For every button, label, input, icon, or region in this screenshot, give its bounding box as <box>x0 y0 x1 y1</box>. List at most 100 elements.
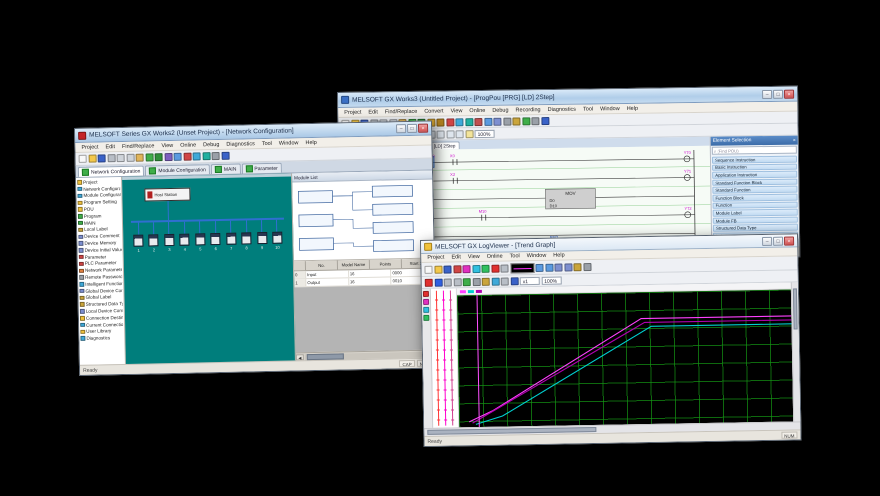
window-network-configuration[interactable]: MELSOFT Series GX Works2 (Unset Project)… <box>74 121 437 376</box>
help-icon[interactable] <box>541 117 549 125</box>
watch-icon[interactable] <box>493 117 501 125</box>
new-icon[interactable] <box>79 155 87 163</box>
station-node[interactable]: 7 <box>226 221 237 251</box>
menu-item[interactable]: Online <box>484 254 506 260</box>
menu-item[interactable]: View <box>448 108 466 114</box>
scrollbar-thumb[interactable] <box>307 353 344 360</box>
minimize-button[interactable]: – <box>762 89 772 98</box>
menu-item[interactable]: Edit <box>102 144 118 150</box>
maximize-button[interactable]: □ <box>773 236 783 245</box>
element-category[interactable]: Standard Function Block <box>712 178 797 186</box>
element-category[interactable]: Standard Function <box>712 186 797 194</box>
menu-item[interactable]: Project <box>424 255 447 261</box>
device-batch-monitor-icon[interactable] <box>484 117 492 125</box>
tree-item[interactable]: Diagnostics <box>80 334 123 342</box>
station-node[interactable]: 3 <box>164 222 175 252</box>
start-monitor-icon[interactable] <box>481 264 489 272</box>
undo-icon[interactable] <box>145 153 153 161</box>
host-station-box[interactable]: Host Station <box>144 188 190 202</box>
close-button[interactable]: × <box>784 236 794 245</box>
element-search-input[interactable]: ⌕ (Find POU) <box>712 146 797 155</box>
zoom-value-in-icon[interactable] <box>554 263 562 271</box>
program-check-icon[interactable] <box>522 117 530 125</box>
parameter-table[interactable]: No.Model NamePointsStart XY 0Input160000… <box>294 258 436 360</box>
device-list-icon[interactable] <box>512 117 520 125</box>
menu-item[interactable]: Debug <box>200 141 222 147</box>
block-boxes[interactable] <box>298 185 413 253</box>
copy-icon[interactable] <box>126 154 134 162</box>
minimize-button[interactable]: – <box>762 236 772 245</box>
cross-reference-icon[interactable] <box>503 117 511 125</box>
document-tab[interactable]: Parameter <box>241 163 282 174</box>
move-left-icon[interactable] <box>444 278 452 286</box>
minimize-button[interactable]: – <box>396 124 406 133</box>
inline-st-icon[interactable] <box>456 130 464 138</box>
wrap-source-icon[interactable] <box>437 130 445 138</box>
cut-icon[interactable] <box>117 154 125 162</box>
zoom-value-out-icon[interactable] <box>564 263 572 271</box>
menu-item[interactable]: Online <box>177 142 199 148</box>
menu-item[interactable]: Help <box>302 139 319 145</box>
vertical-scrollbar[interactable] <box>791 282 800 421</box>
zoom-time-out-icon[interactable] <box>545 263 553 271</box>
monitor-start-icon[interactable] <box>465 118 473 126</box>
station-node[interactable]: 5 <box>195 221 206 251</box>
read-from-plc-icon[interactable] <box>193 152 201 160</box>
zoom-select[interactable]: 100% <box>541 276 561 284</box>
redo-icon[interactable] <box>155 153 163 161</box>
move-right-icon[interactable] <box>453 278 461 286</box>
menu-item[interactable]: Tool <box>507 253 523 259</box>
block-diagram[interactable] <box>292 180 434 261</box>
column-header[interactable]: No. <box>306 261 338 271</box>
element-category[interactable]: Application Instruction <box>712 171 797 179</box>
menu-item[interactable]: Diagnostics <box>223 141 258 148</box>
maximize-button[interactable]: □ <box>407 124 417 133</box>
station-node[interactable]: 9 <box>256 220 267 250</box>
capture-icon[interactable] <box>482 277 490 285</box>
horizontal-scale-select[interactable]: x1 <box>520 276 540 284</box>
maximize-button[interactable]: □ <box>773 89 783 98</box>
save-icon[interactable] <box>443 265 451 273</box>
stop-monitor-icon[interactable] <box>491 264 499 272</box>
station-node[interactable]: 10 <box>272 220 283 250</box>
cyan-channel-icon[interactable] <box>423 307 429 313</box>
scale-axis-magenta[interactable] <box>442 291 447 426</box>
wrap-destination-icon[interactable] <box>446 130 454 138</box>
element-category[interactable]: Structured Data Type <box>713 224 798 232</box>
scale-optimize-icon[interactable] <box>463 278 471 286</box>
cursor-a-icon[interactable] <box>425 278 433 286</box>
menu-item[interactable]: Project <box>78 144 101 150</box>
menu-item[interactable]: Help <box>550 252 567 258</box>
document-tab[interactable]: Network Configuration <box>78 166 145 177</box>
read-from-plc-icon[interactable] <box>455 118 463 126</box>
network-canvas[interactable]: Host Station 12345678910 <box>122 173 296 364</box>
scroll-left-arrow[interactable]: ◀ <box>296 354 304 360</box>
close-button[interactable]: × <box>784 89 794 98</box>
menu-item[interactable]: Debug <box>489 107 511 113</box>
menu-item[interactable]: View <box>465 254 483 260</box>
monitor-mode-icon[interactable] <box>202 152 210 160</box>
close-button[interactable]: × <box>418 124 428 133</box>
menu-item[interactable]: View <box>158 142 176 148</box>
element-selection-header[interactable]: Element Selection × <box>711 136 798 146</box>
settings-icon[interactable] <box>583 263 591 271</box>
scale-axis-red[interactable] <box>435 291 440 426</box>
zoom-in-icon[interactable] <box>174 153 182 161</box>
waveform-preview-icon[interactable] <box>510 263 534 273</box>
time-cursor[interactable] <box>477 295 479 427</box>
menu-item[interactable]: Help <box>624 105 641 111</box>
zoom-select[interactable]: 100% <box>475 129 495 137</box>
menu-item[interactable]: Window <box>524 253 550 259</box>
comment-icon[interactable] <box>465 130 473 138</box>
menu-item[interactable]: Edit <box>365 109 381 115</box>
document-tab[interactable]: MAIN <box>211 164 241 175</box>
menu-item[interactable]: Diagnostics <box>545 106 580 112</box>
find-icon[interactable] <box>164 153 172 161</box>
open-icon[interactable] <box>434 265 442 273</box>
station-node[interactable]: 6 <box>210 221 221 251</box>
menu-item[interactable]: Find/Replace <box>119 143 158 150</box>
menu-item[interactable]: Edit <box>448 254 464 260</box>
realtime-monitor-icon[interactable] <box>472 264 480 272</box>
historical-trend-icon[interactable] <box>462 265 470 273</box>
window-trend-graph[interactable]: MELSOFT GX LogViewer - [Trend Graph] – □… <box>420 233 802 447</box>
